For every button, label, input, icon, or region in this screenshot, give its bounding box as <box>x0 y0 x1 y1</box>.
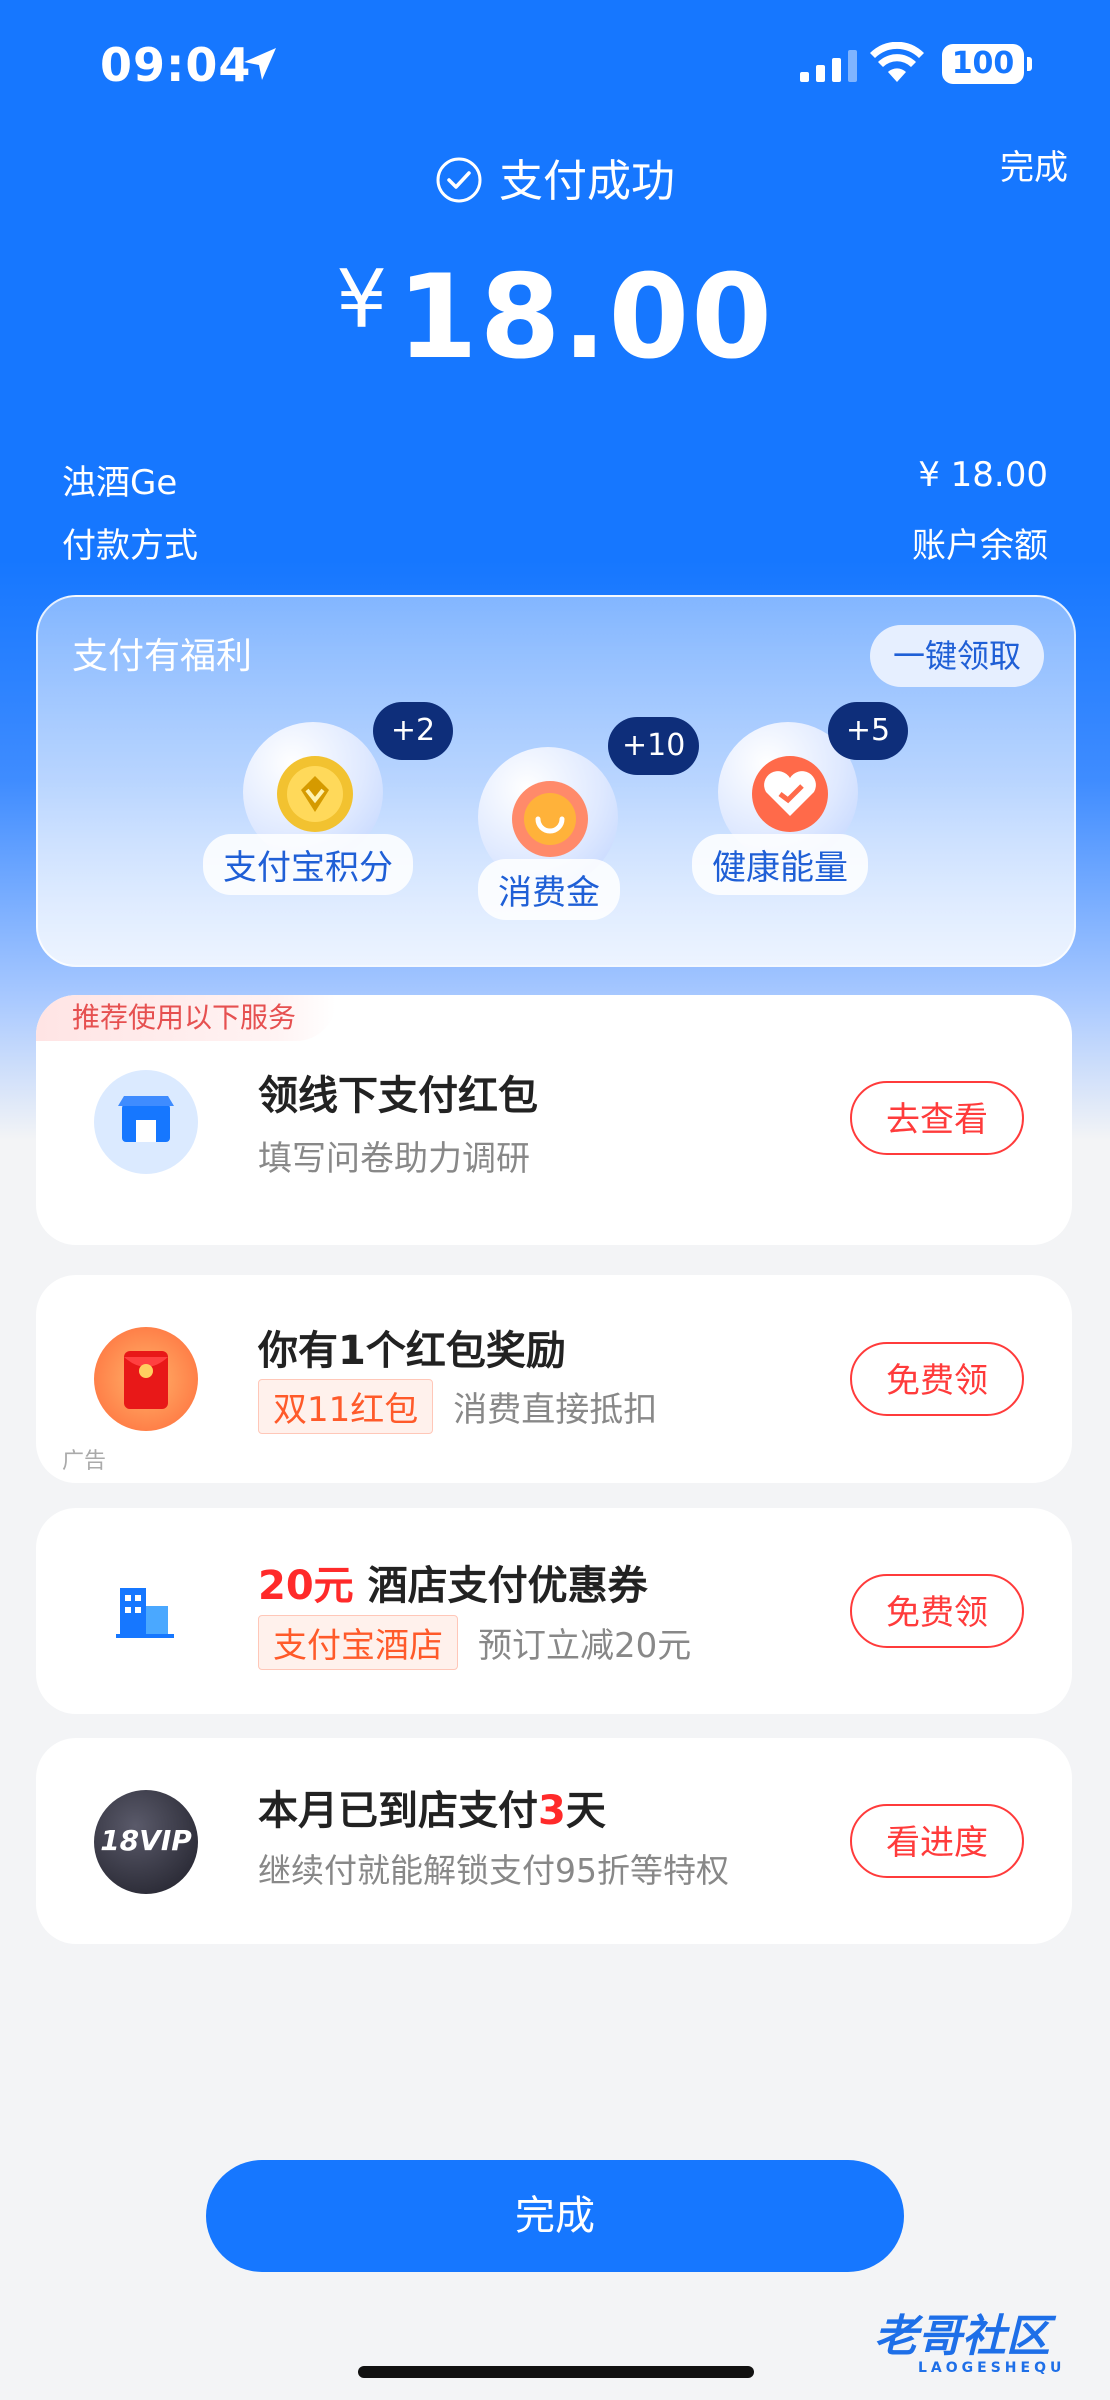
health-bonus: +5 <box>828 702 908 760</box>
card-subtitle: 消费直接抵扣 <box>453 1390 658 1430</box>
store-icon <box>94 1070 198 1174</box>
service-card-redpacket-reward[interactable]: 你有1个红包奖励 双11红包 消费直接抵扣 免费领 广告 <box>36 1275 1072 1483</box>
payment-method-label: 付款方式 <box>62 526 198 566</box>
payment-method-row: 付款方式 账户余额 <box>62 518 1048 567</box>
benefits-panel: 支付有福利 一键领取 +2 支付宝积分 +10 消费金 +5 健康能量 <box>36 595 1076 967</box>
coupon-amount: 20元 <box>258 1563 354 1609</box>
redpacket-tag: 双11红包 <box>258 1379 434 1434</box>
payment-success-title: 支付成功 <box>0 145 1110 209</box>
vip-badge-text: 18VIP <box>100 1824 192 1857</box>
consumption-label: 消费金 <box>478 859 620 920</box>
check-circle-icon <box>436 157 482 203</box>
wifi-icon <box>870 42 924 82</box>
watermark-logo: 老哥社区 LAOGESHEQU <box>874 2311 1066 2376</box>
card-title: 领线下支付红包 <box>258 1073 538 1119</box>
ad-label: 广告 <box>62 1449 107 1474</box>
status-time: 09:04 <box>100 38 252 92</box>
coupon-title: 酒店支付优惠券 <box>367 1563 648 1609</box>
card-title: 20元 酒店支付优惠券 <box>258 1553 648 1611</box>
vip-badge-icon: 18VIP <box>94 1790 198 1894</box>
currency-symbol: ¥ <box>336 253 387 346</box>
red-envelope-icon <box>94 1327 198 1431</box>
claim-free-button[interactable]: 免费领 <box>850 1574 1024 1648</box>
points-coin-icon <box>277 756 353 832</box>
merchant-row: 浊酒Ge ¥ 18.00 <box>62 455 1048 504</box>
service-card-offline-redpacket[interactable]: 推荐使用以下服务 领线下支付红包 填写问卷助力调研 去查看 <box>36 995 1072 1245</box>
service-card-hotel-coupon[interactable]: 20元 酒店支付优惠券 支付宝酒店 预订立减20元 免费领 <box>36 1508 1072 1714</box>
claim-free-button[interactable]: 免费领 <box>850 1342 1024 1416</box>
home-indicator <box>358 2366 754 2378</box>
location-arrow-icon <box>244 48 276 80</box>
cellular-signal-icon <box>800 50 857 82</box>
health-energy-icon <box>752 756 828 832</box>
status-bar: 09:04 100 <box>0 0 1110 130</box>
payment-amount: ¥18.00 <box>0 250 1110 385</box>
card-title: 你有1个红包奖励 <box>258 1328 566 1374</box>
benefit-item-consumption[interactable]: +10 消费金 <box>438 717 700 967</box>
card-title: 本月已到店支付3天 <box>258 1788 606 1834</box>
points-label: 支付宝积分 <box>203 834 413 895</box>
success-text: 支付成功 <box>499 156 675 207</box>
merchant-name: 浊酒Ge <box>62 463 178 503</box>
amount-value: 18.00 <box>396 250 774 385</box>
card-subtitle: 预订立减20元 <box>478 1626 692 1666</box>
header-done-button[interactable]: 完成 <box>1000 140 1068 189</box>
battery-indicator: 100 <box>942 44 1032 84</box>
benefits-title: 支付有福利 <box>72 636 253 677</box>
recommend-section-label: 推荐使用以下服务 <box>36 995 337 1041</box>
done-button[interactable]: 完成 <box>206 2160 904 2272</box>
payment-method-value: 账户余额 <box>912 526 1048 566</box>
view-button[interactable]: 去查看 <box>850 1081 1024 1155</box>
view-progress-button[interactable]: 看进度 <box>850 1804 1024 1878</box>
merchant-amount: ¥ 18.00 <box>918 455 1048 495</box>
benefit-item-points[interactable]: +2 支付宝积分 <box>203 702 453 942</box>
claim-all-button[interactable]: 一键领取 <box>870 625 1044 687</box>
service-card-vip-progress[interactable]: 18VIP 本月已到店支付3天 继续付就能解锁支付95折等特权 看进度 <box>36 1738 1072 1944</box>
days-count: 3 <box>538 1788 566 1834</box>
hotel-tag: 支付宝酒店 <box>258 1615 458 1670</box>
benefit-item-health[interactable]: +5 健康能量 <box>678 702 918 942</box>
card-subtitle: 继续付就能解锁支付95折等特权 <box>258 1851 729 1890</box>
health-label: 健康能量 <box>692 834 868 895</box>
card-subtitle: 填写问卷助力调研 <box>258 1139 530 1179</box>
hotel-icon <box>94 1560 198 1664</box>
consumption-coin-icon <box>512 781 588 857</box>
